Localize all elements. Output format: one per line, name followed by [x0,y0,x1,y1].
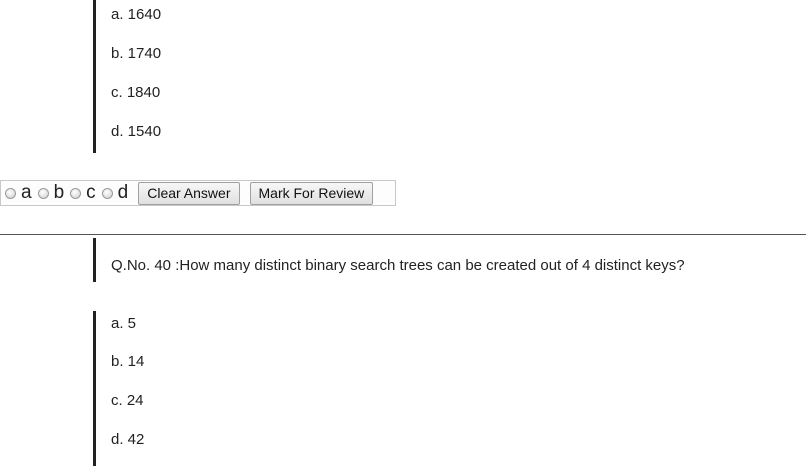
current-options-block: a. 5 b. 14 c. 24 d. 42 [93,311,144,466]
radio-option-b[interactable]: b [37,182,67,204]
radio-option-d[interactable]: d [101,182,131,204]
clear-answer-button[interactable]: Clear Answer [138,181,240,205]
radio-option-a[interactable]: a [5,182,34,204]
radio-option-c[interactable]: c [70,182,98,204]
answer-bar: a b c d Clear Answer Mark For Review [0,180,396,206]
mark-for-review-button[interactable]: Mark For Review [249,181,374,205]
option-d: d. 1540 [111,123,162,140]
previous-options-block: a. 1640 b. 1740 c. 1840 d. 1540 [93,0,161,153]
question-block: Q.No. 40 :How many distinct binary searc… [93,238,685,282]
option-a: a. 5 [111,315,137,332]
radio-icon[interactable] [101,187,113,199]
radio-icon[interactable] [5,187,16,199]
option-b: b. 1740 [111,45,162,62]
option-a: a. 1640 [111,6,162,23]
radio-label-c: c [86,182,96,203]
question-separator [0,234,806,235]
option-c: c. 1840 [111,84,161,101]
radio-label-a: a [21,182,32,203]
question-text: Q.No. 40 :How many distinct binary searc… [111,257,685,274]
option-d: d. 42 [111,431,145,448]
radio-label-b: b [53,182,65,203]
radio-icon[interactable] [70,187,82,199]
option-c: c. 24 [111,392,144,409]
radio-label-d: d [117,182,129,203]
option-b: b. 14 [111,353,145,370]
radio-icon[interactable] [37,187,49,199]
